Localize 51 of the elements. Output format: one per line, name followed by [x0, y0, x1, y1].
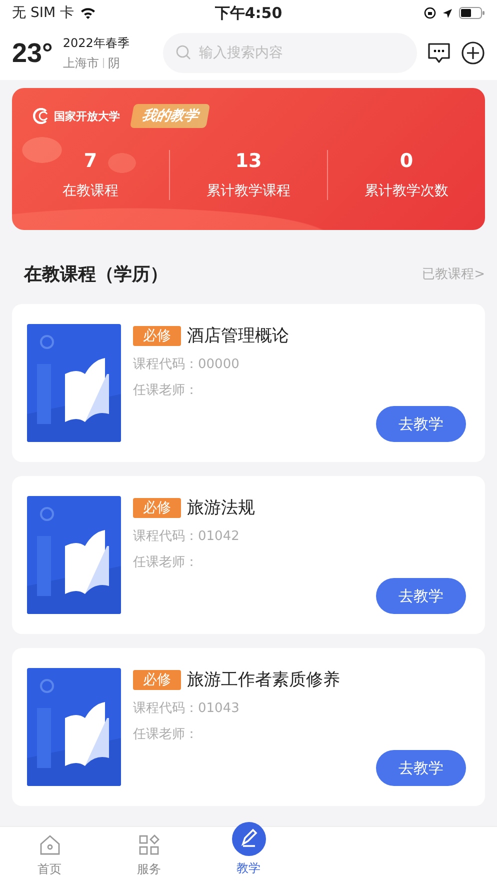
message-icon[interactable]	[427, 41, 451, 65]
teach-button[interactable]: 去教学	[376, 578, 466, 614]
university-logo-icon	[32, 108, 50, 124]
tab-label: 首页	[38, 860, 62, 878]
search-icon	[176, 45, 191, 60]
section-title: 在教课程（学历）	[24, 263, 168, 286]
term-label: 2022年春季	[62, 34, 130, 52]
course-card[interactable]: 必修 旅游法规 课程代码：01042 任课老师： 去教学	[12, 476, 485, 634]
teacher-label: 任课老师：	[133, 382, 199, 399]
course-name: 旅游工作者素质修养	[187, 669, 340, 691]
course-code: 课程代码：00000	[133, 356, 240, 373]
university-name: 国家开放大学	[54, 108, 120, 124]
city-label: 上海市	[62, 54, 99, 72]
lock-rotation-icon	[424, 7, 436, 19]
tab-item[interactable]: 首页	[0, 832, 100, 878]
tab-item[interactable]: 教学	[198, 822, 298, 876]
teacher-label: 任课老师：	[133, 554, 199, 571]
stat-label: 累计教学次数	[364, 182, 448, 200]
tab-label: 服务	[137, 860, 162, 878]
stat-value: 13	[235, 150, 262, 172]
carrier-text: 无 SIM 卡	[12, 4, 74, 22]
add-icon[interactable]	[461, 41, 485, 65]
stat-value: 0	[400, 150, 414, 172]
course-name: 酒店管理概论	[187, 325, 289, 347]
required-tag: 必修	[133, 498, 181, 518]
course-card[interactable]: 必修 酒店管理概论 课程代码：00000 任课老师： 去教学	[12, 304, 485, 462]
course-code: 课程代码：01043	[133, 700, 240, 717]
course-card[interactable]: 必修 旅游工作者素质修养 课程代码：01043 任课老师： 去教学	[12, 648, 485, 806]
teacher-label: 任课老师：	[133, 726, 199, 743]
teach-button[interactable]: 去教学	[376, 750, 466, 786]
stat-label: 累计教学课程	[206, 182, 290, 200]
temperature: 23°	[12, 38, 53, 68]
battery-icon	[459, 7, 485, 19]
weather-label: 阴	[108, 54, 120, 72]
course-name: 旅游法规	[187, 497, 255, 519]
required-tag: 必修	[133, 326, 181, 346]
stat-value: 7	[84, 150, 98, 172]
tab-item[interactable]: 服务	[99, 832, 199, 878]
home-icon	[38, 832, 62, 856]
grid-icon	[137, 832, 162, 856]
my-teaching-badge: 我的教学	[130, 104, 210, 128]
stat-label: 在教课程	[62, 182, 118, 200]
taught-courses-link[interactable]: 已教课程>	[422, 265, 485, 283]
status-time: 下午4:50	[214, 4, 282, 22]
teach-button[interactable]: 去教学	[376, 406, 466, 442]
location-arrow-icon	[442, 8, 453, 18]
course-code: 课程代码：01042	[133, 528, 240, 545]
wifi-icon	[80, 7, 96, 19]
tab-label: 教学	[236, 860, 261, 876]
search-field[interactable]: 输入搜索内容	[162, 33, 417, 73]
required-tag: 必修	[133, 670, 181, 690]
